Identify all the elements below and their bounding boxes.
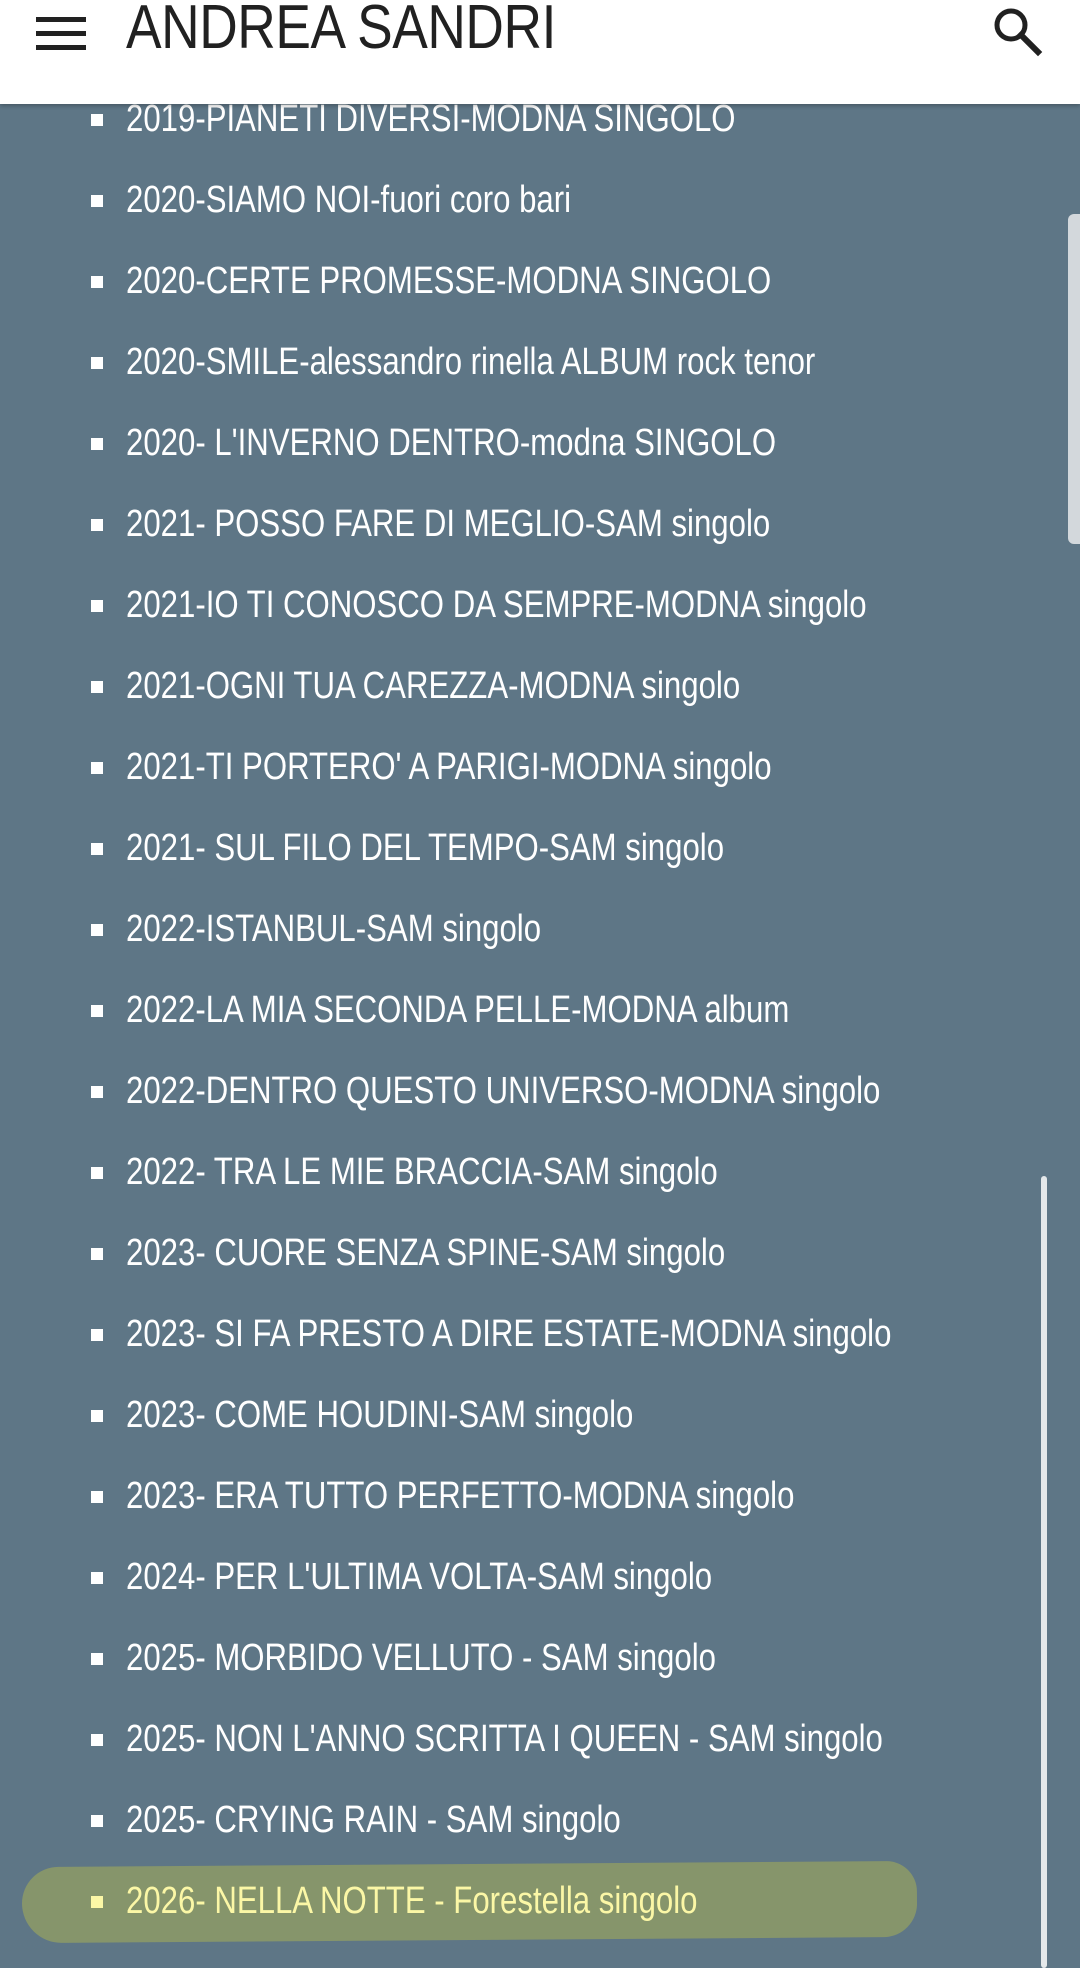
song-list-item: 2022-DENTRO QUESTO UNIVERSO-MODNA singol… [0, 1051, 1000, 1132]
list-bullet-icon [91, 1329, 103, 1341]
song-list-item: 2025- MORBIDO VELLUTO - SAM singolo [0, 1618, 1000, 1699]
song-link[interactable]: 2021-OGNI TUA CAREZZA-MODNA singolo [126, 660, 740, 712]
song-list-item: 2020-CERTE PROMESSE-MODNA SINGOLO [0, 241, 1000, 322]
song-link[interactable]: 2022-DENTRO QUESTO UNIVERSO-MODNA singol… [126, 1065, 880, 1117]
song-list-item: 2021-IO TI CONOSCO DA SEMPRE-MODNA singo… [0, 565, 1000, 646]
list-bullet-icon [91, 843, 103, 855]
list-bullet-icon [91, 1653, 103, 1665]
song-link[interactable]: 2023- SI FA PRESTO A DIRE ESTATE-MODNA s… [126, 1308, 891, 1360]
song-link[interactable]: 2023- ERA TUTTO PERFETTO-MODNA singolo [126, 1470, 794, 1522]
song-list-item: 2021- SUL FILO DEL TEMPO-SAM singolo [0, 808, 1000, 889]
song-link[interactable]: 2025- NON L'ANNO SCRITTA I QUEEN - SAM s… [126, 1713, 883, 1765]
song-list-item: 2026- NELLA NOTTE - Forestella singolo [0, 1860, 1000, 1944]
song-link[interactable]: 2020-SIAMO NOI-fuori coro bari [126, 174, 571, 226]
list-bullet-icon [91, 600, 103, 612]
song-list-item: 2022- TRA LE MIE BRACCIA-SAM singolo [0, 1132, 1000, 1213]
song-link[interactable]: 2026- NELLA NOTTE - Forestella singolo [126, 1875, 698, 1927]
search-button[interactable] [982, 0, 1052, 64]
song-link[interactable]: 2025- CRYING RAIN - SAM singolo [126, 1794, 621, 1846]
song-link[interactable]: 2024- PER L'ULTIMA VOLTA-SAM singolo [126, 1551, 712, 1603]
list-bullet-icon [91, 276, 103, 288]
song-list-container: 2019-PIANETI DIVERSI-MODNA SINGOLO 2020-S… [0, 104, 1080, 1968]
song-link[interactable]: 2021-IO TI CONOSCO DA SEMPRE-MODNA singo… [126, 579, 867, 631]
song-link[interactable]: 2021-TI PORTERO' A PARIGI-MODNA singolo [126, 741, 772, 793]
site-header: ANDREA SANDRI [0, 0, 1080, 104]
song-list-item: 2022-LA MIA SECONDA PELLE-MODNA album [0, 970, 1000, 1051]
list-bullet-icon [91, 114, 103, 126]
song-list-item: 2024- PER L'ULTIMA VOLTA-SAM singolo [0, 1537, 1000, 1618]
list-bullet-icon [91, 681, 103, 693]
song-list-item: 2023- CUORE SENZA SPINE-SAM singolo [0, 1213, 1000, 1294]
list-bullet-icon [91, 1734, 103, 1746]
song-link[interactable]: 2022-LA MIA SECONDA PELLE-MODNA album [126, 984, 789, 1036]
song-list-item: 2023- COME HOUDINI-SAM singolo [0, 1375, 1000, 1456]
song-link[interactable]: 2023- CUORE SENZA SPINE-SAM singolo [126, 1227, 725, 1279]
list-bullet-icon [91, 1815, 103, 1827]
song-list-item: 2019-PIANETI DIVERSI-MODNA SINGOLO [0, 104, 1000, 160]
song-list-item: 2023- SI FA PRESTO A DIRE ESTATE-MODNA s… [0, 1294, 1000, 1375]
search-icon [994, 8, 1043, 57]
song-link[interactable]: 2019-PIANETI DIVERSI-MODNA SINGOLO [126, 104, 736, 145]
song-link[interactable]: 2025- MORBIDO VELLUTO - SAM singolo [126, 1632, 716, 1684]
list-bullet-icon [91, 519, 103, 531]
song-list-item: 2020-SMILE-alessandro rinella ALBUM rock… [0, 322, 1000, 403]
list-bullet-icon [91, 1410, 103, 1422]
song-link[interactable]: 2021- SUL FILO DEL TEMPO-SAM singolo [126, 822, 724, 874]
song-list-item: 2021-OGNI TUA CAREZZA-MODNA singolo [0, 646, 1000, 727]
song-list-item: 2021- POSSO FARE DI MEGLIO-SAM singolo [0, 484, 1000, 565]
list-bullet-icon [91, 1005, 103, 1017]
song-list-item: 2020-SIAMO NOI-fuori coro bari [0, 160, 1000, 241]
song-list-item: 2025- NON L'ANNO SCRITTA I QUEEN - SAM s… [0, 1699, 1000, 1780]
song-list-item: 2025- CRYING RAIN - SAM singolo [0, 1780, 1000, 1861]
song-link[interactable]: 2020- L'INVERNO DENTRO-modna SINGOLO [126, 417, 776, 469]
list-bullet-icon [91, 438, 103, 450]
list-bullet-icon [91, 1896, 103, 1908]
scrollbar-track[interactable] [1041, 1176, 1047, 1968]
menu-icon [36, 17, 86, 50]
song-link[interactable]: 2022- TRA LE MIE BRACCIA-SAM singolo [126, 1146, 718, 1198]
menu-button[interactable] [26, 0, 98, 64]
scrollbar-thumb[interactable] [1068, 214, 1080, 544]
list-bullet-icon [91, 924, 103, 936]
song-link[interactable]: 2020-SMILE-alessandro rinella ALBUM rock… [126, 336, 815, 388]
list-bullet-icon [91, 1167, 103, 1179]
list-bullet-icon [91, 762, 103, 774]
list-bullet-icon [91, 1491, 103, 1503]
song-link[interactable]: 2023- COME HOUDINI-SAM singolo [126, 1389, 633, 1441]
song-list-item: 2023- ERA TUTTO PERFETTO-MODNA singolo [0, 1456, 1000, 1537]
list-bullet-icon [91, 1572, 103, 1584]
song-link[interactable]: 2021- POSSO FARE DI MEGLIO-SAM singolo [126, 498, 770, 550]
list-bullet-icon [91, 1086, 103, 1098]
list-bullet-icon [91, 1248, 103, 1260]
song-list-item: 2022-ISTANBUL-SAM singolo [0, 889, 1000, 970]
song-link[interactable]: 2020-CERTE PROMESSE-MODNA SINGOLO [126, 255, 771, 307]
list-bullet-icon [91, 195, 103, 207]
site-title[interactable]: ANDREA SANDRI [126, 0, 556, 64]
list-bullet-icon [91, 357, 103, 369]
song-list-item: 2021-TI PORTERO' A PARIGI-MODNA singolo [0, 727, 1000, 808]
song-link[interactable]: 2022-ISTANBUL-SAM singolo [126, 903, 541, 955]
song-list-item: 2020- L'INVERNO DENTRO-modna SINGOLO [0, 403, 1000, 484]
